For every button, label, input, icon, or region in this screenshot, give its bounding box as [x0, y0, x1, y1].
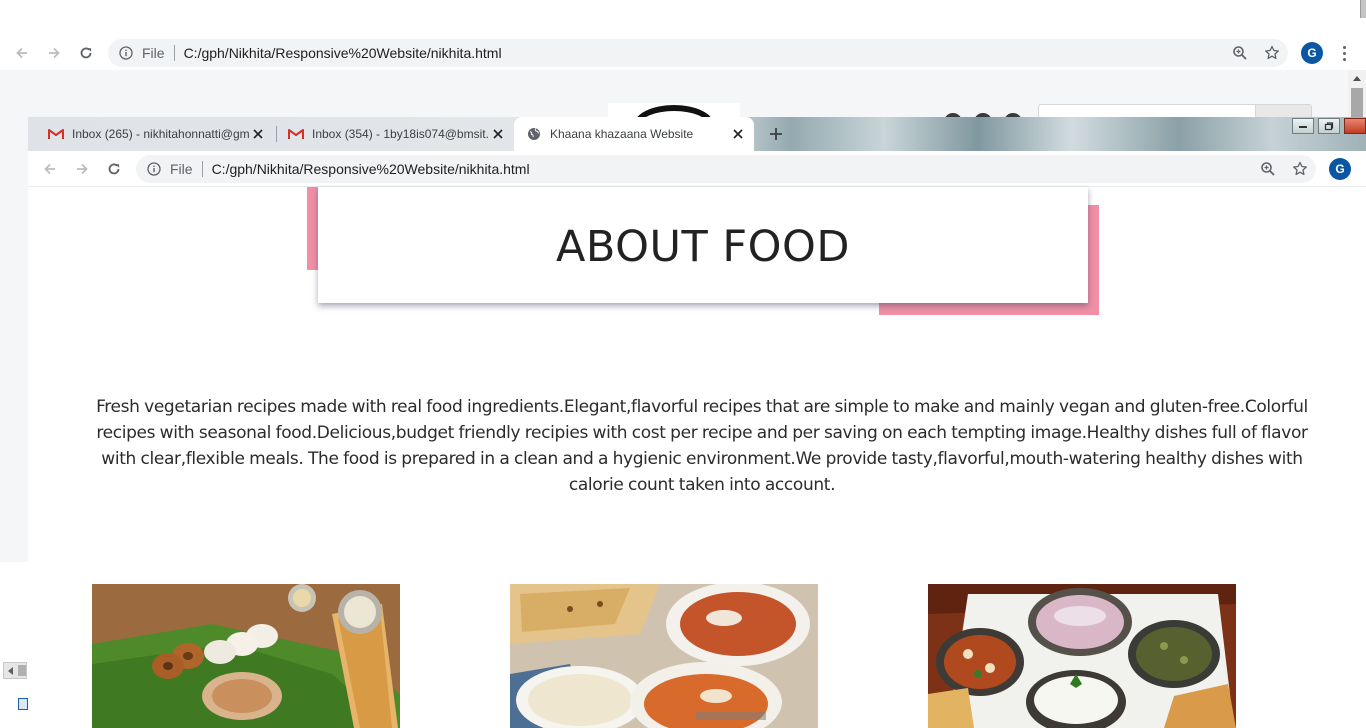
- document-icon: [18, 698, 28, 710]
- south-indian-platter-image: [92, 584, 400, 728]
- address-bar[interactable]: File C:/gph/Nikhita/Responsive%20Website…: [108, 39, 1288, 67]
- url-text[interactable]: C:/gph/Nikhita/Responsive%20Website/nikh…: [212, 161, 530, 177]
- close-tab-icon[interactable]: [490, 126, 506, 142]
- gmail-icon: [48, 126, 64, 142]
- tab-khaana-khazaana[interactable]: Khaana khazaana Website: [514, 117, 754, 151]
- close-tab-icon[interactable]: [730, 126, 746, 142]
- thali-bowls-image: [928, 584, 1236, 728]
- url-separator: [201, 161, 203, 177]
- bookmark-star-icon[interactable]: [1261, 42, 1283, 64]
- about-food-card: ABOUT FOOD: [318, 187, 1088, 303]
- globe-icon: [526, 126, 542, 142]
- address-bar[interactable]: File C:/gph/Nikhita/Responsive%20Website…: [136, 155, 1316, 183]
- url-text[interactable]: C:/gph/Nikhita/Responsive%20Website/nikh…: [184, 45, 502, 61]
- horizontal-scroll-left-button[interactable]: [3, 662, 27, 679]
- tab-title: Inbox (265) - nikhitahonnatti@gm: [72, 127, 250, 141]
- gmail-icon: [288, 126, 304, 142]
- tab-gmail-1[interactable]: Inbox (265) - nikhitahonnatti@gm: [36, 117, 274, 151]
- restore-window-icon[interactable]: [1318, 118, 1340, 134]
- close-window-button[interactable]: [1344, 118, 1366, 134]
- zoom-icon[interactable]: [1257, 158, 1279, 180]
- profile-avatar[interactable]: G: [1301, 42, 1323, 64]
- menu-kebab-icon[interactable]: [1336, 42, 1352, 64]
- info-icon[interactable]: [146, 161, 162, 177]
- info-icon[interactable]: [118, 45, 134, 61]
- url-separator: [173, 45, 175, 61]
- tab-title: Khaana khazaana Website: [550, 127, 694, 141]
- reload-icon[interactable]: [102, 157, 126, 181]
- forward-arrow-icon[interactable]: [42, 41, 66, 65]
- outer-browser-toolbar: File C:/gph/Nikhita/Responsive%20Website…: [0, 36, 1366, 70]
- naan-curry-rice-image: [510, 584, 818, 728]
- reload-icon[interactable]: [74, 41, 98, 65]
- profile-avatar[interactable]: G: [1329, 158, 1351, 180]
- inner-browser-toolbar: File C:/gph/Nikhita/Responsive%20Website…: [28, 151, 1366, 187]
- back-arrow-icon[interactable]: [10, 41, 34, 65]
- about-food-description: Fresh vegetarian recipes made with real …: [96, 397, 1308, 495]
- new-tab-button[interactable]: [762, 121, 790, 147]
- outer-scrollbar[interactable]: [1348, 70, 1366, 122]
- url-scheme-label: File: [170, 161, 193, 177]
- zoom-icon[interactable]: [1229, 42, 1251, 64]
- url-scheme-label: File: [142, 45, 165, 61]
- minimize-window-icon[interactable]: [1292, 118, 1314, 134]
- scroll-up-arrow-icon[interactable]: [1353, 76, 1361, 81]
- outer-window-titlebar: [0, 0, 1366, 36]
- tab-gmail-2[interactable]: Inbox (354) - 1by18is074@bmsit.: [276, 117, 514, 151]
- close-tab-icon[interactable]: [250, 126, 266, 142]
- tab-title: Inbox (354) - 1by18is074@bmsit.: [312, 127, 489, 141]
- forward-arrow-icon[interactable]: [70, 157, 94, 181]
- back-arrow-icon[interactable]: [38, 157, 62, 181]
- page-title: ABOUT FOOD: [556, 222, 850, 272]
- bookmark-star-icon[interactable]: [1289, 158, 1311, 180]
- outer-window-corner: [1360, 0, 1366, 18]
